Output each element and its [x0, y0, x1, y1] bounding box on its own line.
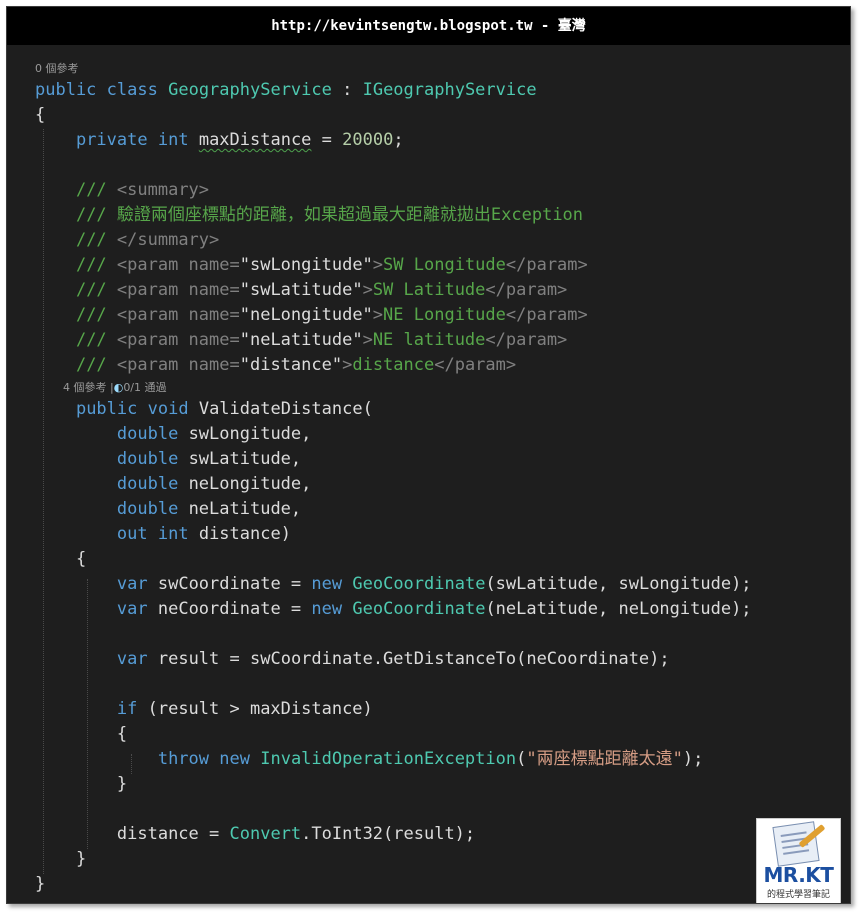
notepad-icon — [772, 821, 820, 867]
codelens-method-info[interactable]: 4 個參考 |◐0/1 通過 — [35, 378, 850, 397]
code-line-ne-coordinate: var neCoordinate = new GeoCoordinate(neL… — [116, 599, 752, 619]
code-screenshot-frame: http://kevintsengtw.blogspot.tw - 臺灣 0 個… — [6, 6, 851, 904]
code-line-parameter: double neLatitude, — [116, 499, 302, 519]
blog-url-banner: http://kevintsengtw.blogspot.tw - 臺灣 — [7, 7, 850, 45]
code-line-brace: } — [75, 849, 87, 869]
code-line-doc-summary-text: /// 驗證兩個座標點的距離，如果超過最大距離就拋出Exception — [75, 205, 584, 225]
code-line-doc-summary-close: /// </summary> — [75, 230, 220, 250]
logo-subtitle: 的程式學習筆記 — [766, 890, 830, 900]
mrkt-logo: MR.KT 的程式學習筆記 — [756, 818, 841, 903]
code-line-doc-param: /// <param name="swLatitude">SW Latitude… — [75, 280, 568, 300]
code-line-brace: { — [116, 724, 128, 744]
code-line-throw: throw new InvalidOperationException("兩座標… — [157, 749, 704, 769]
code-line-doc-param: /// <param name="distance">distance</par… — [75, 355, 517, 375]
code-line-doc-summary-open: /// <summary> — [75, 180, 210, 200]
code-line-class-declaration: public class GeographyService : IGeograp… — [35, 80, 537, 100]
code-line-brace: } — [35, 874, 46, 894]
code-line-sw-coordinate: var swCoordinate = new GeoCoordinate(swL… — [116, 574, 752, 594]
code-editor[interactable]: 0 個參考 public class GeographyService : IG… — [35, 59, 850, 897]
code-line-parameter: out int distance) — [116, 524, 291, 544]
code-line-result: var result = swCoordinate.GetDistanceTo(… — [116, 649, 670, 669]
codelens-test-status[interactable]: 0/1 通過 — [123, 381, 166, 394]
field-warning-squiggle: maxDistance — [198, 130, 312, 150]
code-line-brace: } — [116, 774, 128, 794]
codelens-class-references[interactable]: 0 個參考 — [35, 59, 850, 78]
code-line-field: private int maxDistance = 20000; — [75, 130, 404, 150]
logo-brand-text: MR.KT — [763, 863, 834, 887]
code-line-parameter: double swLongitude, — [116, 424, 312, 444]
codelens-method-references[interactable]: 4 個參考 — [63, 381, 107, 394]
code-line-brace: { — [35, 105, 46, 125]
code-line-parameter: double swLatitude, — [116, 449, 302, 469]
code-line-assign-distance: distance = Convert.ToInt32(result); — [116, 824, 476, 844]
code-line-doc-param: /// <param name="neLongitude">NE Longitu… — [75, 305, 588, 325]
code-line-doc-param: /// <param name="neLatitude">NE latitude… — [75, 330, 568, 350]
code-line-if: if (result > maxDistance) — [116, 699, 373, 719]
code-line-doc-param: /// <param name="swLongitude">SW Longitu… — [75, 255, 588, 275]
code-line-brace: { — [75, 549, 87, 569]
code-line-parameter: double neLongitude, — [116, 474, 312, 494]
test-status-icon: ◐ — [113, 381, 124, 394]
code-line-method-signature: public void ValidateDistance( — [75, 399, 373, 419]
